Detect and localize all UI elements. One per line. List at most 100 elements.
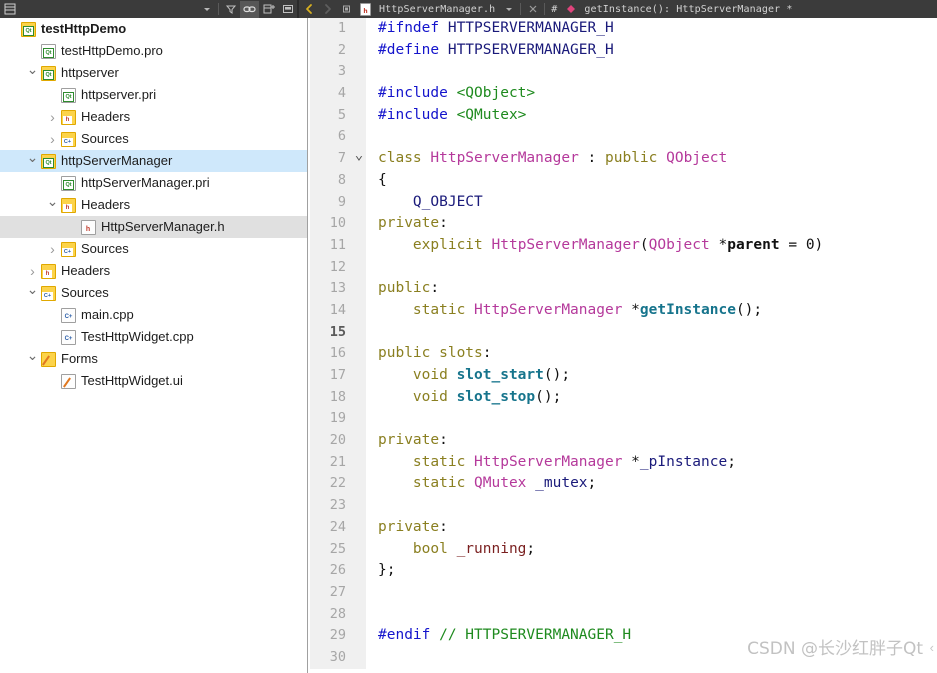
code-line[interactable]: 24private: (310, 517, 937, 539)
code-line[interactable]: 1#ifndef HTTPSERVERMANAGER_H (310, 18, 937, 40)
code-line[interactable]: 29#endif // HTTPSERVERMANAGER_H (310, 625, 937, 647)
chevron-down-icon[interactable] (24, 62, 41, 84)
tree-item-label: httpServerManager (61, 150, 172, 172)
chevron-down-icon[interactable] (24, 348, 41, 370)
tree-item-label: Headers (81, 194, 130, 216)
fold-placeholder (352, 235, 366, 257)
code-line[interactable]: 28 (310, 604, 937, 626)
line-number: 30 (310, 647, 352, 669)
cpp-file-icon (61, 330, 76, 345)
code-line[interactable]: 11 explicit HttpServerManager(QObject *p… (310, 235, 937, 257)
open-file-dropdown-icon[interactable] (499, 1, 518, 18)
fold-toggle-icon[interactable] (352, 148, 366, 170)
chevron-right-icon[interactable] (24, 260, 41, 282)
tree-item[interactable]: Sources (0, 128, 307, 150)
code-line[interactable]: 30 (310, 647, 937, 669)
tree-item[interactable]: Headers (0, 106, 307, 128)
code-line[interactable]: 23 (310, 495, 937, 517)
fold-placeholder (352, 322, 366, 344)
close-pane-icon[interactable] (278, 1, 297, 18)
tree-item[interactable]: testHttpDemo (0, 18, 307, 40)
chevron-down-icon[interactable] (24, 282, 41, 304)
tree-item[interactable]: httpserver (0, 62, 307, 84)
line-number: 11 (310, 235, 352, 257)
code-text: explicit HttpServerManager(QObject *pare… (366, 235, 937, 257)
tree-item-label: TestHttpWidget.cpp (81, 326, 194, 348)
chevron-down-icon[interactable] (197, 1, 216, 18)
tree-no-arrow (44, 84, 61, 106)
chevron-down-icon[interactable] (24, 150, 41, 172)
code-line[interactable]: 12 (310, 257, 937, 279)
line-number: 6 (310, 126, 352, 148)
code-line[interactable]: 7class HttpServerManager : public QObjec… (310, 148, 937, 170)
tree-item[interactable]: httpServerManager.pri (0, 172, 307, 194)
tree-item[interactable]: httpServerManager (0, 150, 307, 172)
code-line[interactable]: 16public slots: (310, 343, 937, 365)
top-toolbar: HttpServerManager.h # getInstance(): Htt… (0, 0, 937, 18)
tree-item-label: Forms (61, 348, 98, 370)
tree-no-arrow (24, 40, 41, 62)
code-line[interactable]: 8{ (310, 170, 937, 192)
tree-item[interactable]: Forms (0, 348, 307, 370)
current-symbol-name[interactable]: getInstance(): HttpServerManager * (580, 4, 796, 15)
code-text: #define HTTPSERVERMANAGER_H (366, 40, 937, 62)
tree-item[interactable]: testHttpDemo.pro (0, 40, 307, 62)
code-line[interactable]: 22 static QMutex _mutex; (310, 473, 937, 495)
tree-no-arrow (4, 18, 21, 40)
code-line[interactable]: 14 static HttpServerManager *getInstance… (310, 300, 937, 322)
chevron-right-icon[interactable] (44, 106, 61, 128)
tree-item[interactable]: TestHttpWidget.cpp (0, 326, 307, 348)
fold-placeholder (352, 582, 366, 604)
tree-item[interactable]: Sources (0, 238, 307, 260)
qt-project-icon (21, 22, 36, 37)
code-line[interactable]: 15 (310, 322, 937, 344)
code-line[interactable]: 21 static HttpServerManager *_pInstance; (310, 452, 937, 474)
line-number: 9 (310, 192, 352, 214)
open-file-name[interactable]: HttpServerManager.h (375, 4, 499, 15)
chevron-right-icon[interactable] (44, 128, 61, 150)
code-line[interactable]: 13public: (310, 278, 937, 300)
sidebar-toggle-icon[interactable] (0, 1, 19, 18)
tree-no-arrow (44, 172, 61, 194)
code-line[interactable]: 20private: (310, 430, 937, 452)
tree-item[interactable]: main.cpp (0, 304, 307, 326)
chevron-down-icon[interactable] (44, 194, 61, 216)
close-file-icon[interactable] (523, 1, 542, 18)
chevron-right-icon[interactable] (44, 238, 61, 260)
code-text (366, 582, 937, 604)
code-line[interactable]: 9 Q_OBJECT (310, 192, 937, 214)
tree-item[interactable]: TestHttpWidget.ui (0, 370, 307, 392)
code-editor[interactable]: 1#ifndef HTTPSERVERMANAGER_H2#define HTT… (310, 18, 937, 673)
code-text: static HttpServerManager *_pInstance; (366, 452, 937, 474)
code-line[interactable]: 2#define HTTPSERVERMANAGER_H (310, 40, 937, 62)
code-line[interactable]: 26}; (310, 560, 937, 582)
navigate-back-icon[interactable] (299, 1, 318, 18)
tree-item[interactable]: Sources (0, 282, 307, 304)
code-line[interactable]: 3 (310, 61, 937, 83)
code-line[interactable]: 19 (310, 408, 937, 430)
bookmark-icon[interactable] (337, 1, 356, 18)
filter-icon[interactable] (221, 1, 240, 18)
line-number: 5 (310, 105, 352, 127)
code-text: #endif // HTTPSERVERMANAGER_H (366, 625, 937, 647)
header-file-icon (81, 220, 96, 235)
tree-item[interactable]: Headers (0, 260, 307, 282)
code-line[interactable]: 5#include <QMutex> (310, 105, 937, 127)
code-text: static QMutex _mutex; (366, 473, 937, 495)
tree-no-arrow (44, 326, 61, 348)
sync-with-editor-icon[interactable] (240, 1, 259, 18)
code-line[interactable]: 4#include <QObject> (310, 83, 937, 105)
code-line[interactable]: 18 void slot_stop(); (310, 387, 937, 409)
split-window-icon[interactable] (259, 1, 278, 18)
code-line[interactable]: 25 bool _running; (310, 539, 937, 561)
code-line[interactable]: 17 void slot_start(); (310, 365, 937, 387)
code-text: private: (366, 517, 937, 539)
fold-placeholder (352, 257, 366, 279)
project-tree[interactable]: testHttpDemotestHttpDemo.prohttpserverht… (0, 18, 307, 673)
tree-item[interactable]: httpserver.pri (0, 84, 307, 106)
code-line[interactable]: 6 (310, 126, 937, 148)
tree-item[interactable]: HttpServerManager.h (0, 216, 307, 238)
code-line[interactable]: 10private: (310, 213, 937, 235)
tree-item[interactable]: Headers (0, 194, 307, 216)
code-line[interactable]: 27 (310, 582, 937, 604)
